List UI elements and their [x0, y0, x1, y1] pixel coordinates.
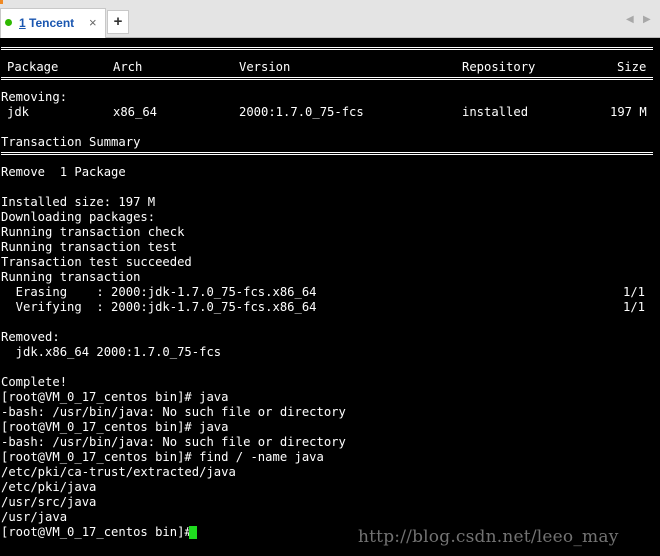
- erasing-label: Erasing : 2000:jdk-1.7.0_75-fcs.x86_64: [1, 285, 317, 299]
- command-line: [root@VM_0_17_centos bin]# java: [1, 390, 229, 404]
- window-accent: [0, 0, 3, 4]
- tab-name: Tencent: [29, 16, 75, 30]
- header-version: Version: [239, 60, 291, 74]
- package-row: jdk x86_64 2000:1.7.0_75-fcs installed 1…: [1, 105, 647, 120]
- find-result: /usr/src/java: [1, 495, 97, 509]
- header-repository: Repository: [462, 60, 536, 74]
- installed-size: Installed size: 197 M: [1, 195, 156, 209]
- header-arch: Arch: [113, 60, 143, 74]
- command-line: [root@VM_0_17_centos bin]# find / -name …: [1, 450, 324, 464]
- row-size: 197 M: [610, 105, 647, 119]
- separator-line: [1, 47, 653, 50]
- find-result: /usr/java: [1, 510, 68, 524]
- separator-line: [1, 77, 653, 80]
- row-arch: x86_64: [113, 105, 158, 119]
- verifying-line: Verifying : 2000:jdk-1.7.0_75-fcs.x86_64…: [1, 300, 653, 315]
- table-header: Package Arch Version Repository Size: [1, 60, 646, 75]
- error-line: -bash: /usr/bin/java: No such file or di…: [1, 435, 346, 449]
- running-transaction-line: Running transaction: [1, 270, 141, 284]
- terminal-cursor: [189, 526, 197, 539]
- row-package: jdk: [7, 105, 30, 119]
- removing-label: Removing:: [1, 90, 68, 104]
- header-size: Size: [617, 60, 647, 74]
- running-check-line: Running transaction check: [1, 225, 185, 239]
- test-succeeded-line: Transaction test succeeded: [1, 255, 192, 269]
- find-result: /etc/pki/java: [1, 480, 97, 494]
- complete-line: Complete!: [1, 375, 68, 389]
- erasing-line: Erasing : 2000:jdk-1.7.0_75-fcs.x86_64 1…: [1, 285, 653, 300]
- downloading-line: Downloading packages:: [1, 210, 156, 224]
- scroll-right-icon[interactable]: ▶: [643, 14, 651, 25]
- tab-number: 1: [19, 16, 26, 30]
- session-tab[interactable]: 1 Tencent ×: [0, 8, 106, 38]
- row-version: 2000:1.7.0_75-fcs: [239, 105, 364, 119]
- terminal-output[interactable]: Package Arch Version Repository Size Rem…: [0, 45, 660, 556]
- find-result: /etc/pki/ca-trust/extracted/java: [1, 465, 236, 479]
- connection-status-icon: [5, 19, 12, 26]
- row-repository: installed: [462, 105, 529, 119]
- remove-line: Remove 1 Package: [1, 165, 126, 179]
- running-test-line: Running transaction test: [1, 240, 178, 254]
- summary-title: Transaction Summary: [1, 135, 141, 149]
- command-line: [root@VM_0_17_centos bin]# java: [1, 420, 229, 434]
- separator-line: [1, 152, 653, 155]
- tab-title: 1 Tencent: [19, 16, 74, 30]
- watermark: http://blog.csdn.net/leeo_may: [358, 527, 619, 547]
- close-icon[interactable]: ×: [89, 15, 97, 30]
- shell-prompt[interactable]: [root@VM_0_17_centos bin]#: [1, 525, 199, 540]
- new-tab-button[interactable]: +: [107, 10, 129, 34]
- removed-label: Removed:: [1, 330, 60, 344]
- removed-item: jdk.x86_64 2000:1.7.0_75-fcs: [1, 345, 222, 359]
- error-line: -bash: /usr/bin/java: No such file or di…: [1, 405, 346, 419]
- scroll-left-icon[interactable]: ◀: [626, 14, 634, 25]
- erasing-progress: 1/1: [623, 285, 646, 299]
- header-package: Package: [7, 60, 59, 74]
- tab-bar: 1 Tencent × + ◀ ▶: [0, 0, 660, 38]
- verifying-progress: 1/1: [623, 300, 646, 314]
- verifying-label: Verifying : 2000:jdk-1.7.0_75-fcs.x86_64: [1, 300, 317, 314]
